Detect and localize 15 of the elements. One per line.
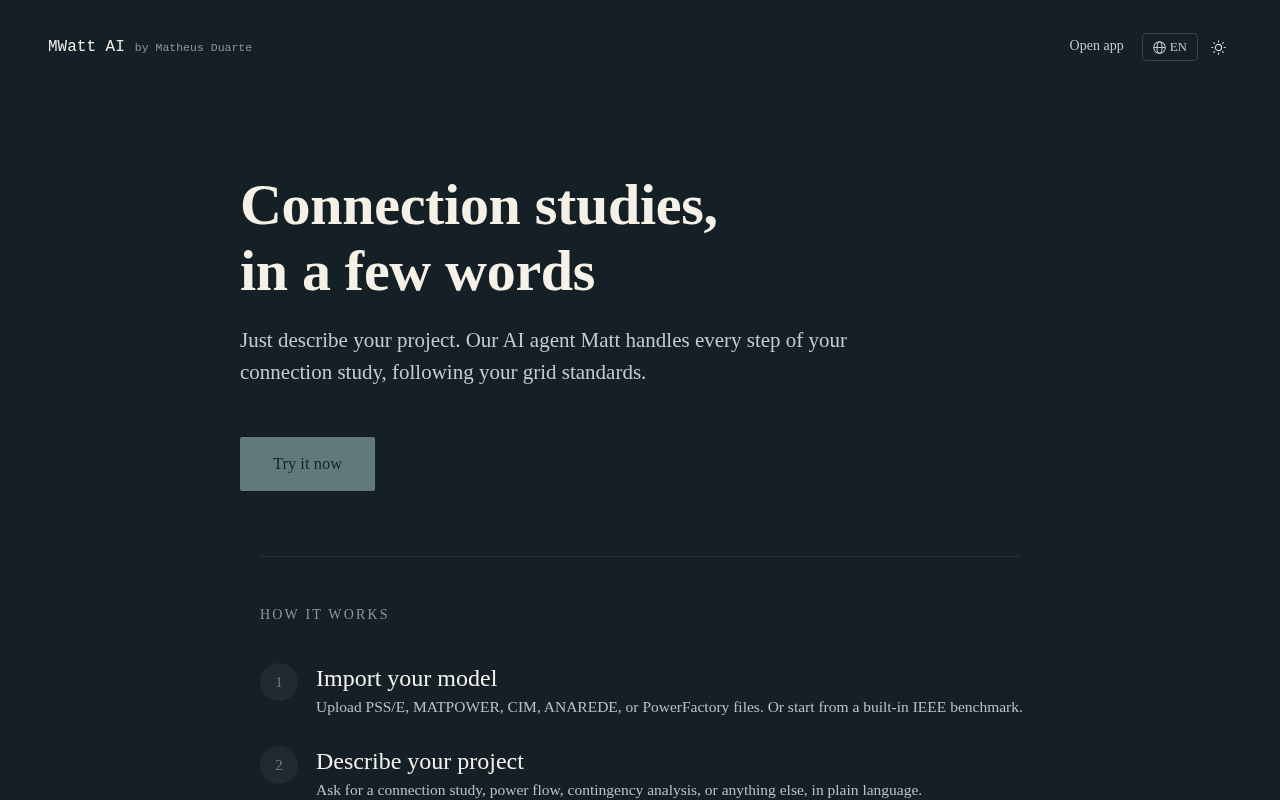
hero-subtitle: Just describe your project. Our AI agent Matt handles every step of your connection study, following your grid standards. bbox=[240, 327, 849, 386]
open-app-link[interactable]: Open app bbox=[1069, 37, 1124, 54]
author-byline: by Matheus Duarte bbox=[134, 41, 253, 54]
step-number-badge: 1 bbox=[260, 663, 298, 701]
sun-icon bbox=[1210, 39, 1226, 55]
language-button[interactable]: EN bbox=[1141, 33, 1198, 61]
step-title: Describe your project bbox=[316, 747, 525, 775]
step-description: Upload PSS/E, MATPOWER, CIM, ANAREDE, or PowerFactory files. Or start from a built-in IEEE benchmark. bbox=[316, 697, 1023, 716]
step-number-badge: 2 bbox=[260, 746, 298, 784]
globe-icon bbox=[1152, 40, 1166, 54]
hero-title: Connection studies, in a few words bbox=[240, 172, 719, 304]
step-description: Ask for a connection study, power flow, contingency analysis, or anything else, in plain language. bbox=[316, 780, 923, 799]
step-title: Import your model bbox=[316, 664, 499, 692]
section-heading: HOW IT WORKS bbox=[260, 606, 391, 624]
brand-name[interactable]: MWatt AI bbox=[48, 38, 125, 56]
